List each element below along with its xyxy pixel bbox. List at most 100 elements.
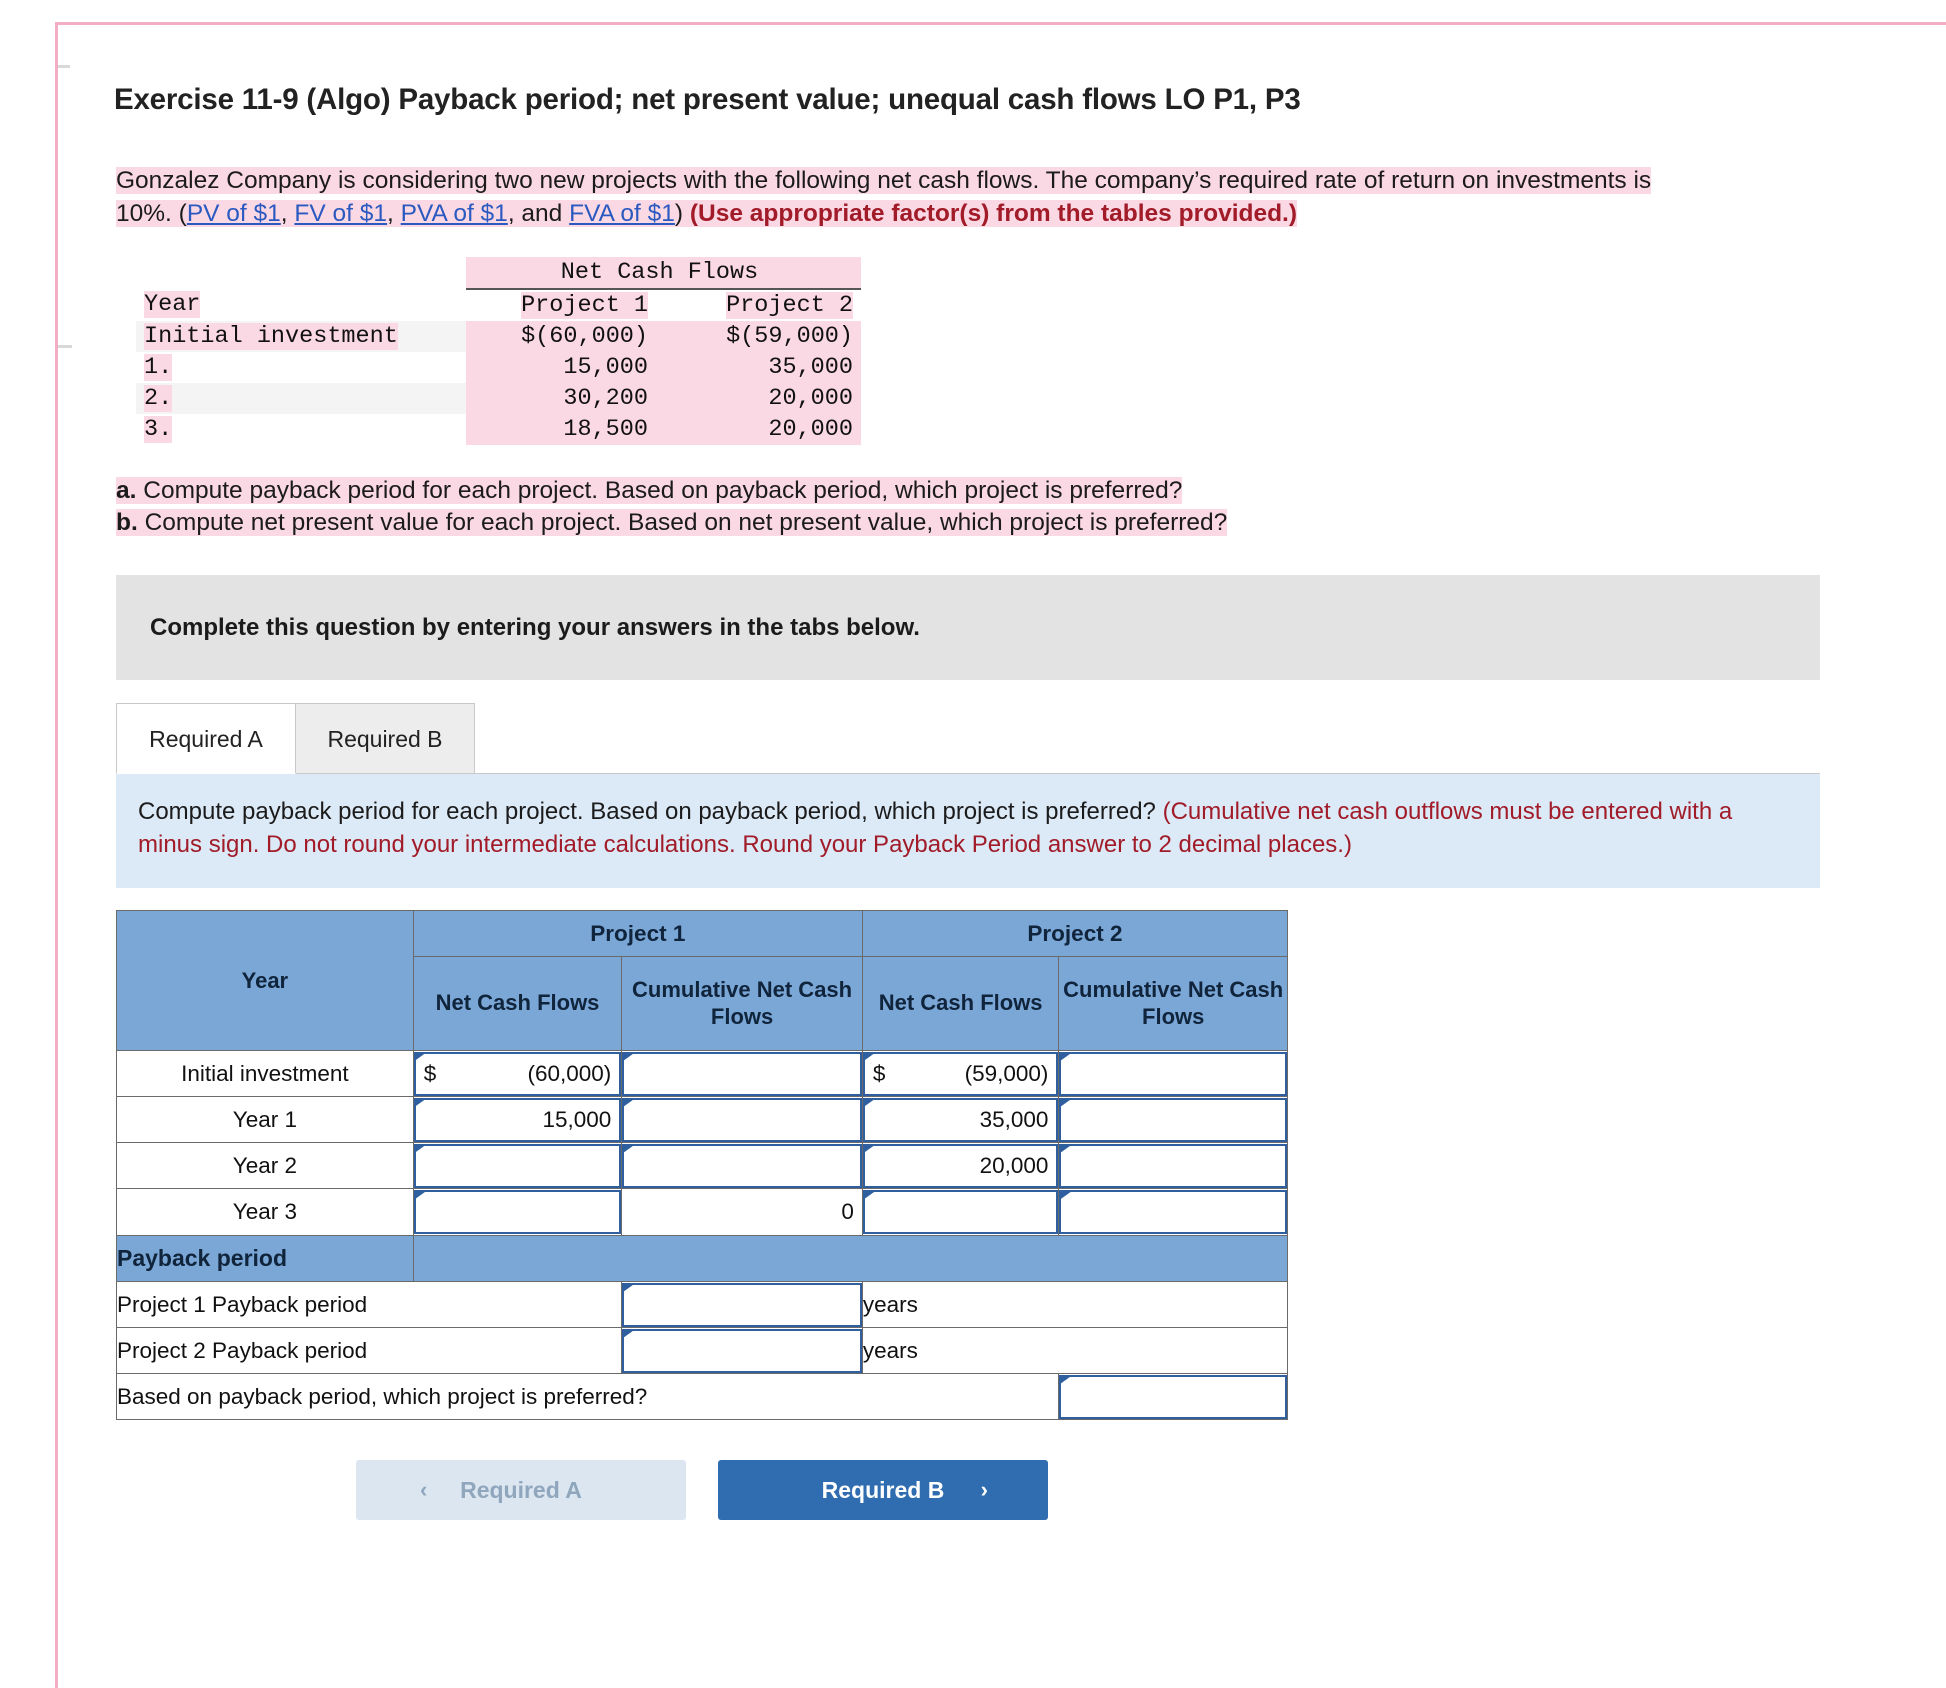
cf-column-header-row: Year Project 1 Project 2: [136, 289, 861, 321]
input-preferred-project[interactable]: [1059, 1374, 1287, 1419]
left-edge-marker-top: [58, 65, 70, 68]
input-p1-cum-year2[interactable]: [622, 1143, 862, 1188]
table-row: Project 2 Payback period years: [115, 1327, 1289, 1375]
requirement-a: a. Compute payback period for each proje…: [116, 475, 1936, 507]
intro-text-part2: ): [674, 200, 690, 228]
cf-col-project2: Project 2: [726, 291, 853, 319]
cell-p1-ncf-year2: [412, 1142, 623, 1190]
cf-group-header-row: Net Cash Flows: [136, 256, 861, 290]
input-p1-ncf-year3[interactable]: [413, 1190, 622, 1235]
cell-p1-cum-initial: [621, 1050, 863, 1098]
exercise-intro: Gonzalez Company is considering two new …: [116, 164, 1676, 231]
requirement-tabs: Required A Required B: [116, 703, 1936, 775]
left-edge-marker-bottom: [58, 345, 72, 348]
unit-project2-payback: years: [861, 1327, 1289, 1375]
cell-project2-payback-input: [621, 1327, 863, 1375]
link-fva-of-1[interactable]: FVA of $1: [569, 200, 675, 227]
tab-required-a[interactable]: Required A: [116, 703, 296, 775]
input-p2-cum-year2[interactable]: [1059, 1143, 1287, 1188]
cf-row-label: Initial investment: [144, 322, 398, 350]
cell-p1-ncf-initial: $ (60,000): [412, 1050, 623, 1098]
input-p1-cum-initial[interactable]: [622, 1051, 862, 1096]
input-value: (59,000): [964, 1060, 1049, 1086]
cf-row-initial: Initial investment $(60,000) $(59,000): [136, 320, 861, 352]
cf-row-p1: 15,000: [466, 351, 656, 383]
payback-period-header-filler: [412, 1235, 1289, 1283]
input-project1-payback[interactable]: [622, 1282, 862, 1327]
cell-p2-ncf-year2: 20,000: [861, 1142, 1060, 1190]
input-p2-cum-initial[interactable]: [1059, 1051, 1287, 1096]
input-value: 15,000: [542, 1106, 612, 1132]
payback-period-header-row: Payback period: [116, 1235, 1289, 1283]
table-row: Project 1 Payback period years: [115, 1281, 1289, 1329]
cf-row-label: 1.: [144, 353, 173, 381]
row-label-year-2: Year 2: [116, 1142, 414, 1190]
cell-p2-ncf-year1: 35,000: [861, 1096, 1060, 1144]
chevron-left-icon: ‹: [420, 1477, 428, 1503]
cell-p2-ncf-year3: [861, 1188, 1060, 1237]
requirement-b-label: b.: [116, 508, 138, 536]
instruction-panel: Compute payback period for each project.…: [116, 774, 1820, 889]
complete-question-bar: Complete this question by entering your …: [116, 575, 1820, 681]
requirement-a-label: a.: [116, 476, 137, 504]
input-p2-cum-year3[interactable]: [1059, 1190, 1287, 1235]
prev-button-label: Required A: [460, 1476, 582, 1503]
input-project2-payback[interactable]: [622, 1328, 862, 1373]
tab-required-b[interactable]: Required B: [295, 703, 475, 775]
col-header-p1-net-cash-flows: Net Cash Flows: [412, 956, 623, 1052]
next-button-label: Required B: [821, 1476, 945, 1503]
input-p2-ncf-year2[interactable]: 20,000: [862, 1143, 1059, 1188]
table-row: Based on payback period, which project i…: [115, 1373, 1288, 1421]
cf-row-p1: 30,200: [466, 382, 656, 414]
chevron-right-icon: ›: [980, 1477, 988, 1503]
cf-col-project1: Project 1: [521, 291, 648, 319]
intro-sep-1: ,: [280, 200, 295, 228]
input-p1-cum-year1[interactable]: [622, 1097, 862, 1142]
cf-row-p2: 20,000: [656, 382, 861, 414]
value-p1-cum-year3: 0: [841, 1199, 854, 1225]
input-p2-ncf-year3[interactable]: [862, 1190, 1059, 1235]
cf-row-p2: 20,000: [656, 413, 861, 445]
unit-project1-payback: years: [861, 1281, 1289, 1329]
cell-preferred-project-input: [1058, 1373, 1288, 1421]
payback-answer-table: Year Project 1 Project 2 Net Cash Flows …: [115, 910, 1289, 1421]
intro-sep-2: ,: [387, 200, 401, 228]
col-header-p2-net-cash-flows: Net Cash Flows: [861, 956, 1060, 1052]
input-p2-ncf-year1[interactable]: 35,000: [862, 1097, 1059, 1142]
link-pva-of-1[interactable]: PVA of $1: [401, 200, 508, 227]
net-cash-flows-table: Net Cash Flows Year Project 1 Project 2 …: [136, 256, 861, 445]
link-pv-of-1[interactable]: PV of $1: [187, 200, 281, 227]
prev-required-a-button[interactable]: ‹ Required A: [356, 1460, 686, 1521]
col-header-year: Year: [116, 910, 414, 1052]
complete-question-text: Complete this question by entering your …: [150, 613, 920, 641]
exercise-page-frame: Exercise 11-9 (Algo) Payback period; net…: [55, 22, 1946, 1688]
requirement-a-text: Compute payback period for each project.…: [136, 476, 1183, 504]
cf-col-year: Year: [144, 291, 201, 319]
next-required-b-button[interactable]: Required B ›: [718, 1460, 1048, 1521]
input-p1-ncf-year1[interactable]: 15,000: [413, 1097, 622, 1142]
tab-bottom-rule: [116, 773, 1820, 775]
cf-row-year2: 2. 30,200 20,000: [136, 382, 861, 414]
input-p2-ncf-initial[interactable]: $ (59,000): [862, 1051, 1059, 1096]
instruction-main: Compute payback period for each project.…: [138, 798, 1163, 826]
cell-p1-ncf-year1: 15,000: [412, 1096, 623, 1144]
requirement-b-text: Compute net present value for each proje…: [137, 508, 1228, 536]
cell-p2-cum-year3: [1058, 1188, 1288, 1237]
input-value: 20,000: [979, 1152, 1049, 1178]
input-p2-cum-year1[interactable]: [1059, 1097, 1287, 1142]
col-group-project2: Project 2: [861, 910, 1289, 958]
input-p1-ncf-year2[interactable]: [413, 1143, 622, 1188]
cell-p2-cum-initial: [1058, 1050, 1288, 1098]
cell-p2-ncf-initial: $ (59,000): [861, 1050, 1060, 1098]
cf-row-year3: 3. 18,500 20,000: [136, 413, 861, 445]
cell-p1-ncf-year3: [412, 1188, 623, 1237]
cell-p2-cum-year1: [1058, 1096, 1288, 1144]
table-row: Year 3 0: [116, 1188, 1288, 1237]
intro-factor-note: (Use appropriate factor(s) from the tabl…: [689, 200, 1298, 228]
link-fv-of-1[interactable]: FV of $1: [294, 200, 387, 227]
input-p1-ncf-initial[interactable]: $ (60,000): [413, 1051, 622, 1096]
row-label-preferred-project: Based on payback period, which project i…: [115, 1373, 1060, 1421]
cell-p1-cum-year2: [621, 1142, 863, 1190]
input-value: (60,000): [527, 1060, 612, 1086]
dollar-sign: $: [872, 1060, 886, 1086]
